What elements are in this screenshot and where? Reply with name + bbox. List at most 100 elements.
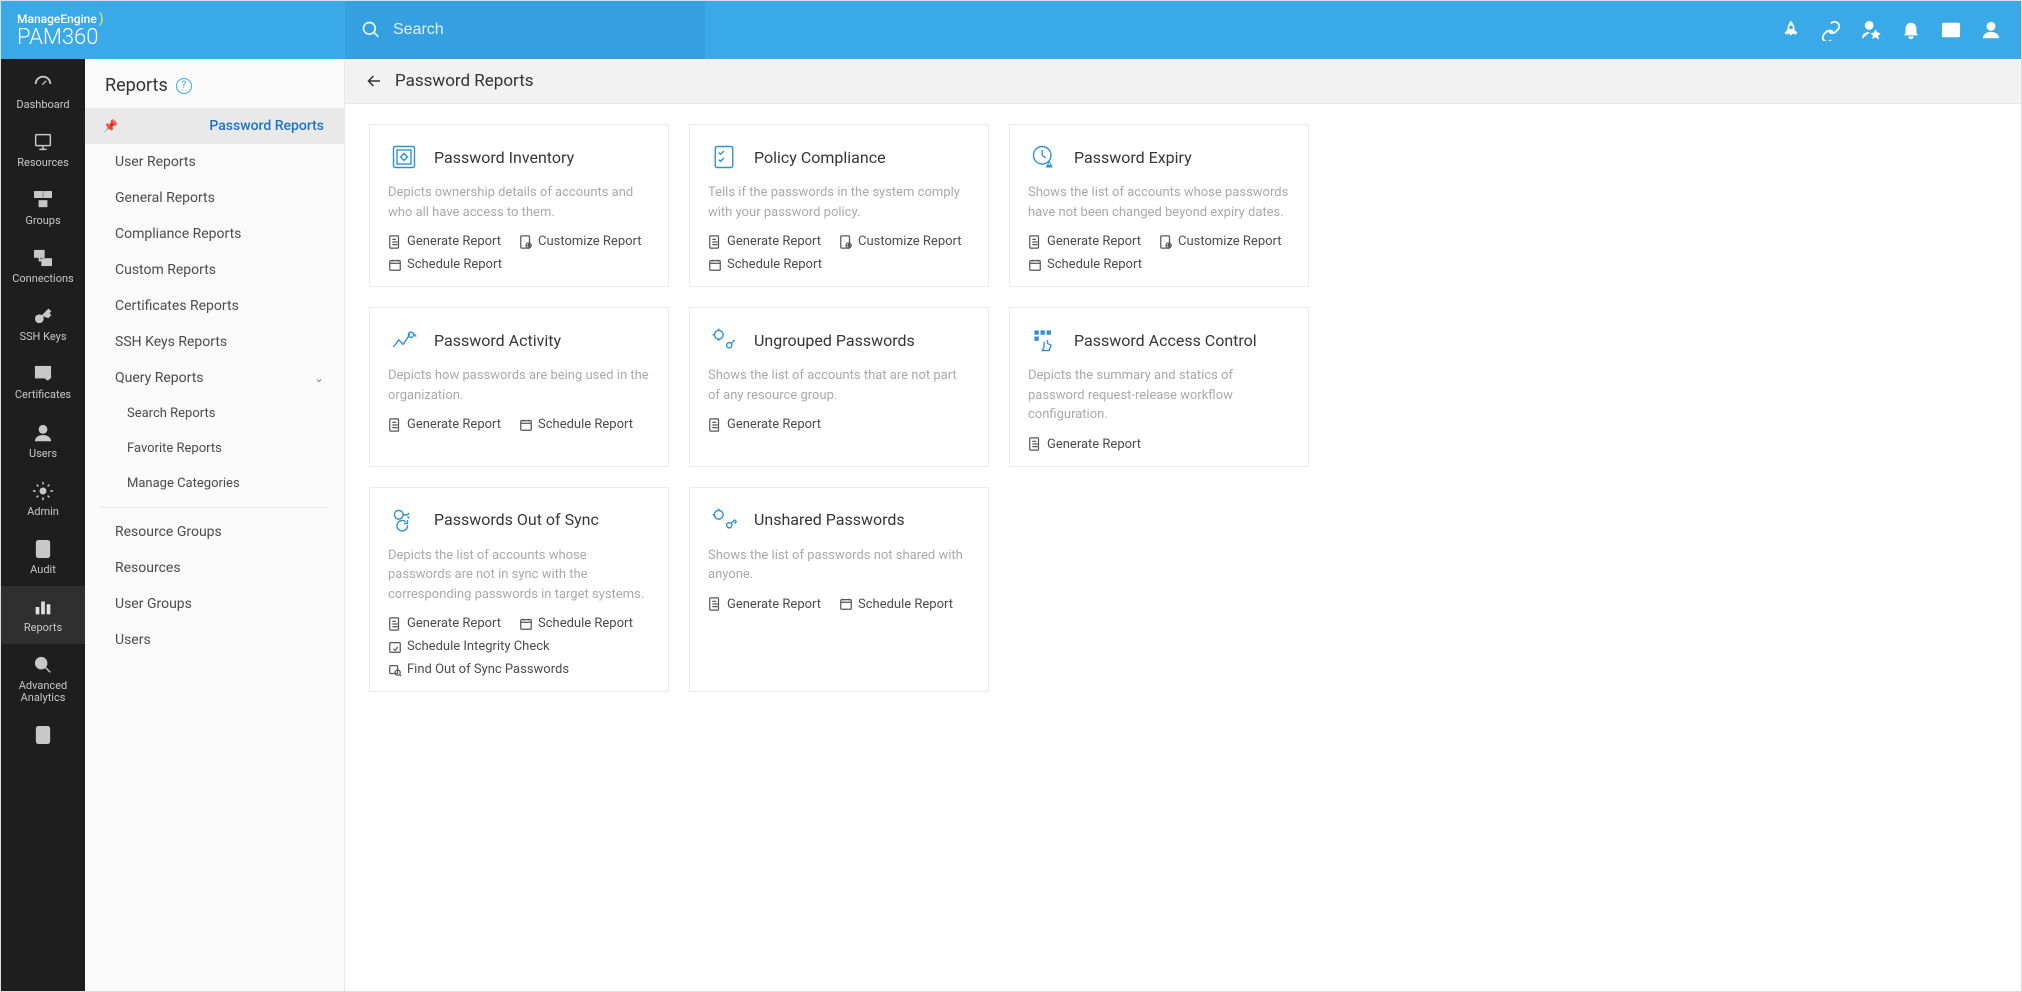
card-title: Password Activity [434,331,561,350]
sidebar-item-user-groups[interactable]: User Groups [85,586,344,622]
sidebar-item-manage-categories[interactable]: Manage Categories [85,466,344,501]
action-label: Generate Report [727,597,821,612]
report-card-passwords-out-of-sync: Passwords Out of SyncDepicts the list of… [369,487,669,693]
action-label: Generate Report [407,234,501,249]
card-desc: Shows the list of accounts whose passwor… [1028,183,1290,222]
sidebar-item-compliance-reports[interactable]: Compliance Reports [85,216,344,252]
action-label: Generate Report [1047,234,1141,249]
search-input[interactable] [393,21,689,39]
bell-icon[interactable] [1897,16,1925,44]
sidebar-item-query-reports[interactable]: Query Reports⌄ [85,360,344,396]
action-label: Generate Report [407,616,501,631]
checklist-icon [708,141,740,173]
nav-item-groups[interactable]: Groups [1,179,85,237]
generate-action[interactable]: Generate Report [388,616,501,631]
card-title: Password Inventory [434,148,574,167]
generate-action[interactable]: Generate Report [1028,437,1141,452]
schedule-action[interactable]: Schedule Report [519,616,633,631]
sidebar-item-label: Resource Groups [115,524,222,540]
sidebar-title: Reports [105,75,168,96]
pin-icon: 📌 [103,119,118,133]
card-title: Unshared Passwords [754,510,905,529]
report-card-password-expiry: Password ExpiryShows the list of account… [1009,124,1309,287]
customize-action[interactable]: Customize Report [1159,234,1282,249]
action-label: Find Out of Sync Passwords [407,662,569,677]
schedule-action[interactable]: Schedule Report [519,417,633,432]
nav-item-reports[interactable]: Reports [1,586,85,644]
action-label: Customize Report [538,234,642,249]
sidebar-item-custom-reports[interactable]: Custom Reports [85,252,344,288]
report-card-password-access-control: Password Access Control Depicts the summa… [1009,307,1309,467]
generate-action[interactable]: Generate Report [708,234,821,249]
sidebar-item-label: Custom Reports [115,262,216,278]
card-title: Password Access Control [1074,331,1257,350]
brand: ManageEngine ) PAM360 [1,3,345,57]
sidebar-item-search-reports[interactable]: Search Reports [85,396,344,431]
back-button[interactable] [365,71,385,91]
generate-action[interactable]: Generate Report [388,234,501,249]
sidebar-item-resources[interactable]: Resources [85,550,344,586]
nav-item-admin[interactable]: Admin [1,470,85,528]
generate-action[interactable]: Generate Report [388,417,501,432]
customize-action[interactable]: Customize Report [519,234,642,249]
user-star-icon[interactable] [1857,16,1885,44]
sidebar-item-certificates-reports[interactable]: Certificates Reports [85,288,344,324]
report-card-ungrouped-passwords: Ungrouped PasswordsShows the list of acc… [689,307,989,467]
grid-hand-icon [1028,324,1060,356]
profile-icon[interactable] [1977,16,2005,44]
sidebar-item-label: General Reports [115,190,215,206]
sidebar-item-label: Compliance Reports [115,226,241,242]
sidebar-item-label: Search Reports [127,406,215,421]
integrity-action[interactable]: Schedule Integrity Check [388,639,550,654]
nav-rail: Dashboard Resources Groups ConnectionsSSH K… [1,59,85,991]
brand-company: ManageEngine [17,12,97,26]
card-desc: Depicts the list of accounts whose passw… [388,546,650,605]
rocket-icon[interactable] [1777,16,1805,44]
sidebar-item-users[interactable]: Users [85,622,344,658]
nav-label: Resources [17,157,69,169]
customize-action[interactable]: Customize Report [839,234,962,249]
nav-item-connections[interactable]: Connections [1,237,85,295]
card-desc: Depicts the summary and statics of passw… [1028,366,1290,425]
card-desc: Depicts ownership details of accounts an… [388,183,650,222]
schedule-action[interactable]: Schedule Report [388,257,502,272]
sidebar-item-label: Resources [115,560,181,576]
sidebar-item-label: SSH Keys Reports [115,334,227,350]
nav-item-sshkeys[interactable]: SSH Keys [1,295,85,353]
generate-action[interactable]: Generate Report [708,597,821,612]
nav-item-advanced-analytics[interactable]: AdvancedAnalytics [1,644,85,714]
generate-action[interactable]: Generate Report [708,417,821,432]
schedule-action[interactable]: Schedule Report [839,597,953,612]
find_oos-action[interactable]: Find Out of Sync Passwords [388,662,569,677]
schedule-action[interactable]: Schedule Report [1028,257,1142,272]
sidebar-item-ssh-keys-reports[interactable]: SSH Keys Reports [85,324,344,360]
nav-item-resources[interactable]: Resources [1,121,85,179]
report-card-password-inventory: Password Inventory Depicts ownership deta… [369,124,669,287]
link-icon[interactable] [1817,16,1845,44]
action-label: Generate Report [727,417,821,432]
nav-label: Groups [25,215,60,227]
sidebar-item-label: Password Reports [209,118,324,134]
card-desc: Shows the list of accounts that are not … [708,366,970,405]
action-label: Generate Report [1047,437,1141,452]
nav-item-certificates[interactable]: Certificates [1,353,85,411]
sidebar-item-password-reports[interactable]: 📌 Password Reports [85,108,344,144]
mail-icon[interactable] [1937,16,1965,44]
nav-item-audit[interactable]: Audit [1,528,85,586]
nav-item-personal[interactable] [1,714,85,760]
report-card-password-activity: Password ActivityDepicts how passwords a… [369,307,669,467]
action-label: Customize Report [1178,234,1282,249]
schedule-action[interactable]: Schedule Report [708,257,822,272]
sidebar-item-general-reports[interactable]: General Reports [85,180,344,216]
sidebar-item-favorite-reports[interactable]: Favorite Reports [85,431,344,466]
ungroup-key-icon [708,324,740,356]
nav-item-users[interactable]: Users [1,412,85,470]
sidebar-item-user-reports[interactable]: User Reports [85,144,344,180]
action-label: Schedule Report [538,616,633,631]
action-label: Schedule Integrity Check [407,639,550,654]
help-icon[interactable]: ? [176,78,192,94]
search-box[interactable] [345,1,705,59]
generate-action[interactable]: Generate Report [1028,234,1141,249]
nav-item-dashboard[interactable]: Dashboard [1,63,85,121]
sidebar-item-resource-groups[interactable]: Resource Groups [85,514,344,550]
